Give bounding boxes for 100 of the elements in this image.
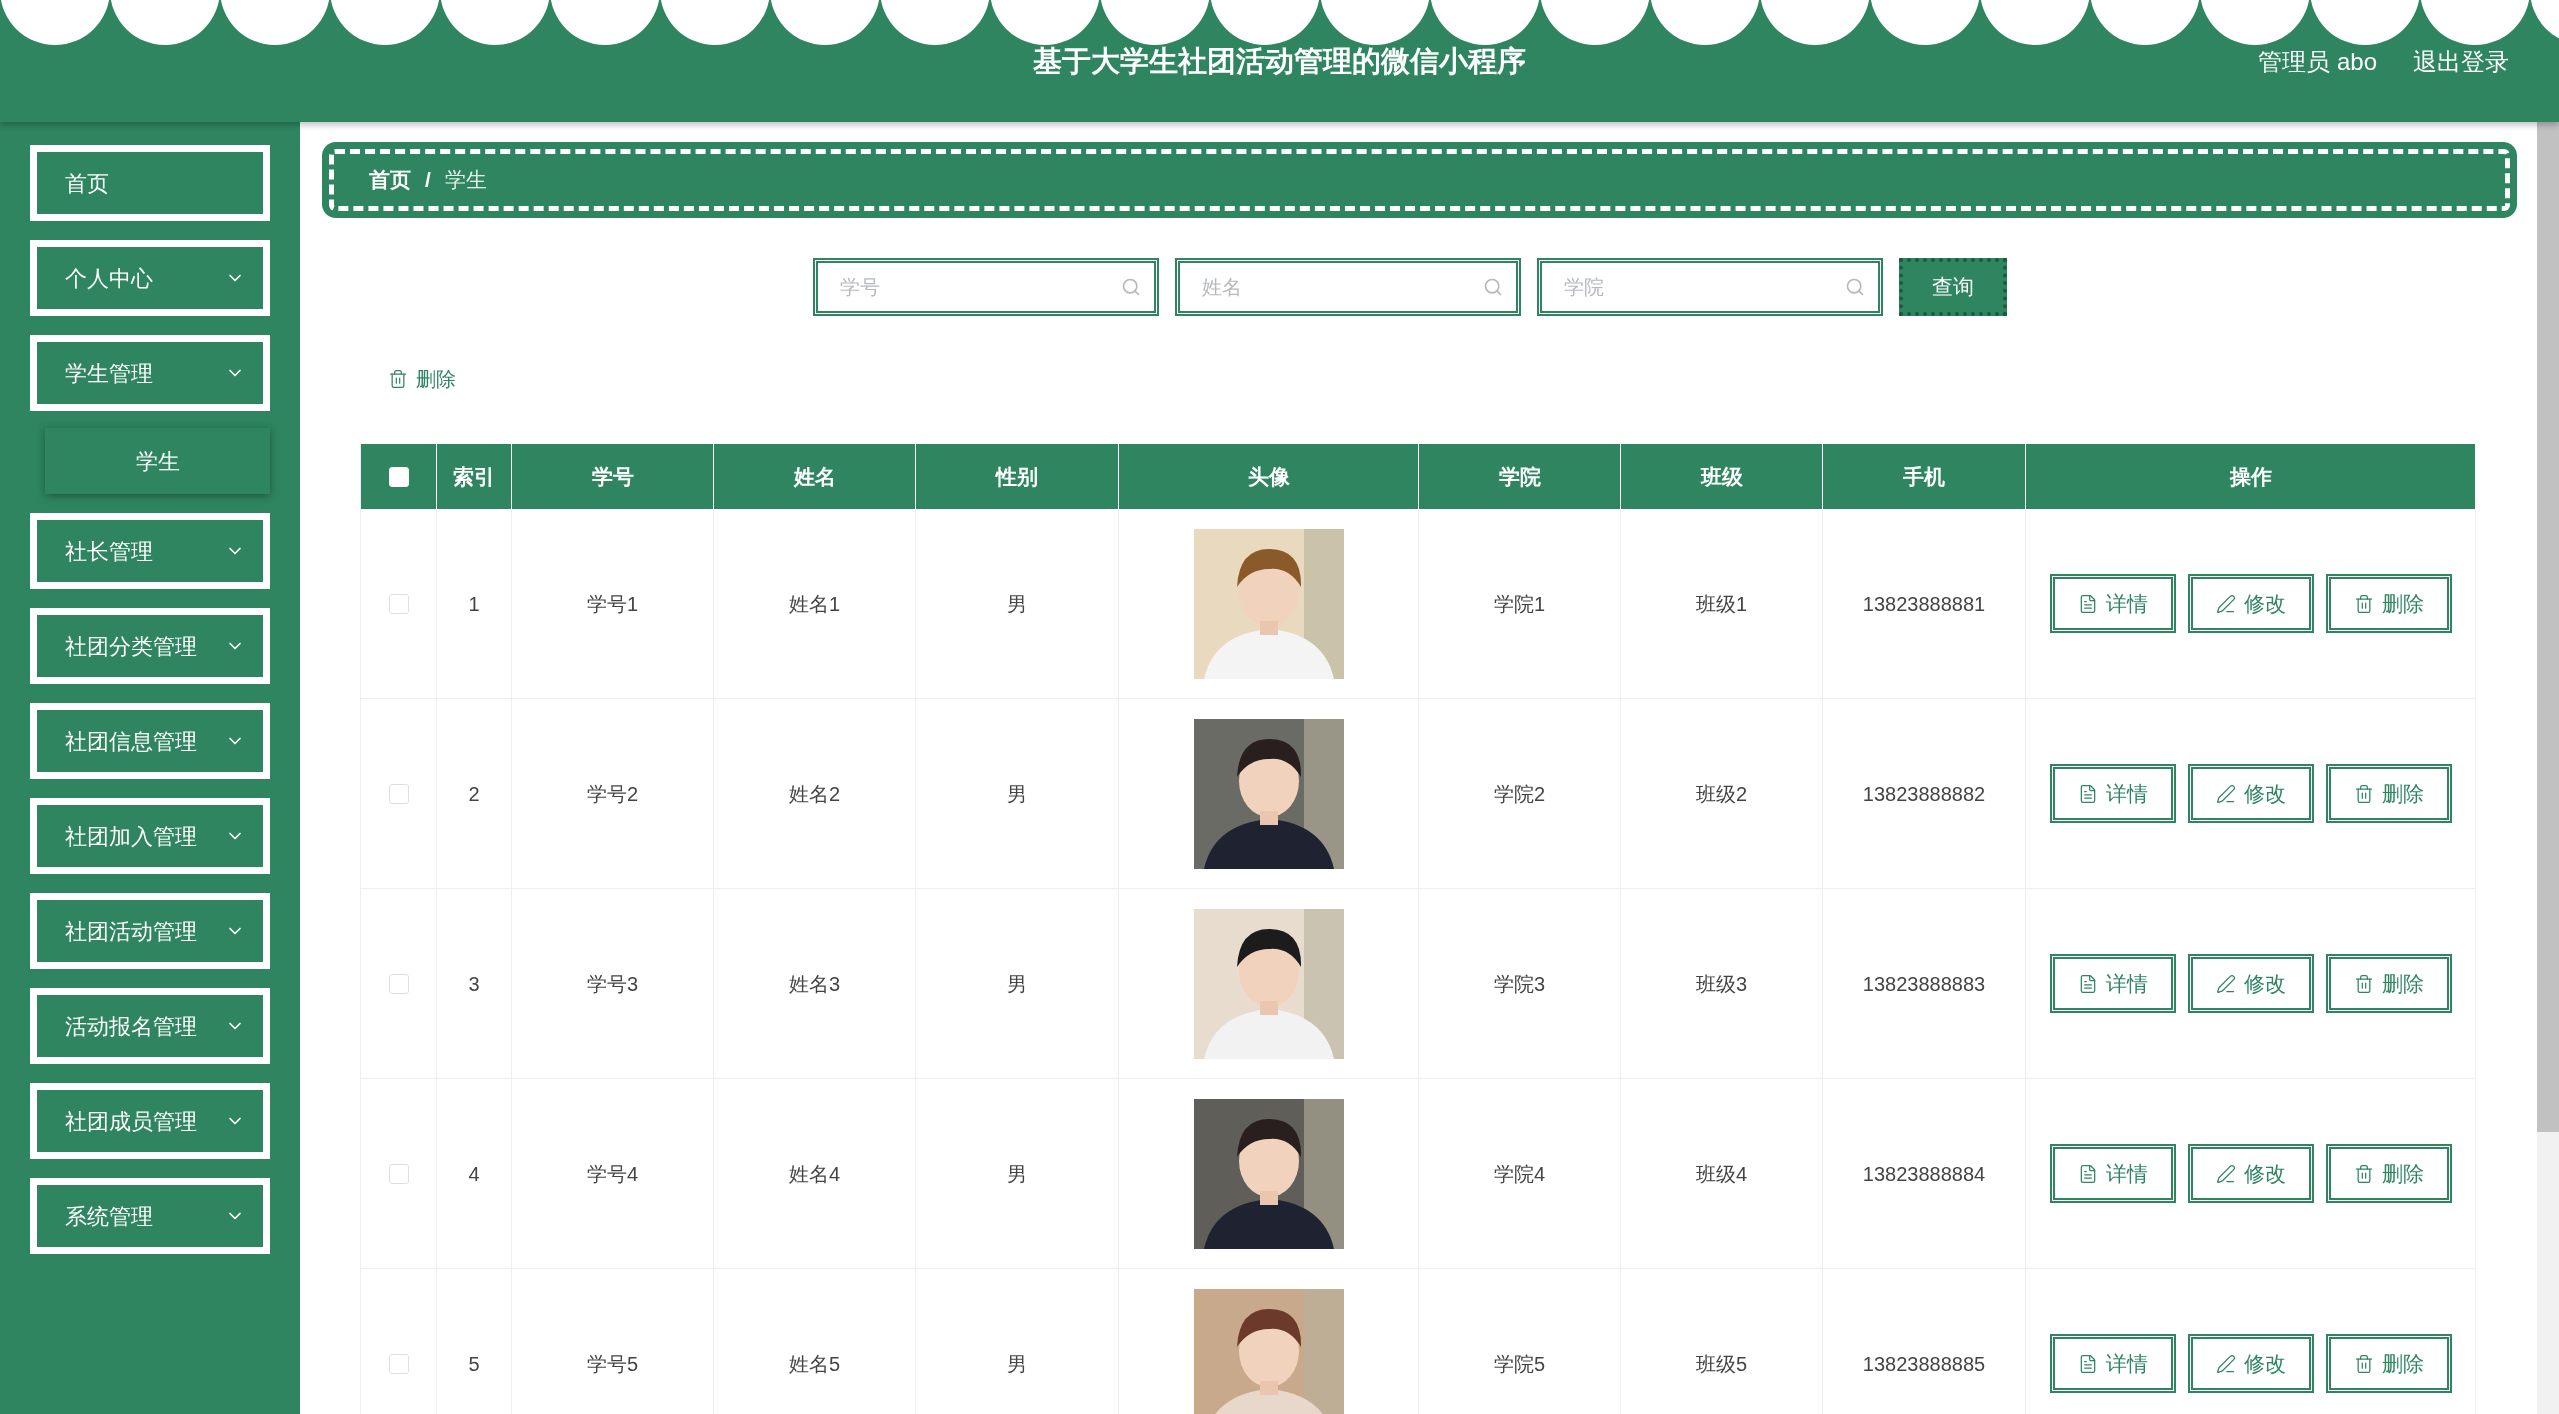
- search-field[interactable]: 姓名: [1174, 258, 1521, 316]
- sidebar-item[interactable]: 社团成员管理: [30, 1083, 270, 1159]
- checkbox[interactable]: [388, 593, 409, 614]
- table-cell-text: 男: [1007, 971, 1027, 997]
- detail-button[interactable]: 详情: [2049, 1334, 2176, 1393]
- edit-button[interactable]: 修改: [2187, 1144, 2314, 1203]
- trash-icon: [388, 369, 408, 389]
- table-cell-text: 13823888882: [1862, 781, 1986, 807]
- table-cell-text: 男: [1007, 781, 1027, 807]
- pencil-icon: [2215, 973, 2236, 994]
- checkbox[interactable]: [388, 973, 409, 994]
- table-cell-text: 姓名3: [788, 971, 841, 997]
- table-cell-text: 学院3: [1493, 971, 1546, 997]
- pencil-icon: [2215, 593, 2236, 614]
- edit-button[interactable]: 修改: [2187, 954, 2314, 1013]
- delete-link[interactable]: 删除: [388, 364, 456, 394]
- table-cell-text: 学号3: [586, 971, 639, 997]
- table-cell-text: 男: [1007, 591, 1027, 617]
- table-header-cell: 班级: [1621, 444, 1823, 509]
- table-cell-text: 1: [468, 591, 480, 617]
- sidebar-item[interactable]: 社团加入管理: [30, 798, 270, 874]
- delete-button[interactable]: 删除: [2325, 574, 2452, 633]
- logout-link[interactable]: 退出登录: [2413, 44, 2509, 80]
- breadcrumb-link[interactable]: 学生: [444, 164, 487, 196]
- table-header-cell: 学院: [1419, 444, 1621, 509]
- table-cell-text: 男: [1007, 1161, 1027, 1187]
- sidebar-item[interactable]: 个人中心: [30, 240, 270, 316]
- sidebar-item[interactable]: 学生管理: [30, 335, 270, 411]
- table-cell-text: 姓名2: [788, 781, 841, 807]
- checkbox[interactable]: [388, 783, 409, 804]
- table-header-cell: 头像: [1119, 444, 1419, 509]
- delete-button[interactable]: 删除: [2325, 1334, 2452, 1393]
- table-header-cell: 姓名: [714, 444, 916, 509]
- detail-button[interactable]: 详情: [2049, 954, 2176, 1013]
- table-header-cell: 学号: [512, 444, 714, 509]
- table-cell-text: 姓名5: [788, 1351, 841, 1377]
- search-field[interactable]: 学号: [812, 258, 1159, 316]
- sidebar-item[interactable]: 社团分类管理: [30, 608, 270, 684]
- sidebar-item[interactable]: 社团信息管理: [30, 703, 270, 779]
- sidebar-item[interactable]: 首页: [30, 145, 270, 221]
- submenu-item[interactable]: 学生: [45, 428, 270, 494]
- table-cell-text: 4: [468, 1161, 480, 1187]
- table-cell-text: 5: [468, 1351, 480, 1377]
- table-cell-text: 姓名1: [788, 591, 841, 617]
- query-button[interactable]: 查询: [1898, 258, 2007, 316]
- pencil-icon: [2215, 1163, 2236, 1184]
- checkbox[interactable]: [388, 1353, 409, 1374]
- sidebar-item[interactable]: 系统管理: [30, 1178, 270, 1254]
- table-cell-text: 班级3: [1695, 971, 1748, 997]
- table-cell-text: 学院5: [1493, 1351, 1546, 1377]
- table-cell-text: 姓名4: [788, 1161, 841, 1187]
- table-cell-text: 学院2: [1493, 781, 1546, 807]
- table-cell-text: 学号2: [586, 781, 639, 807]
- search-icon: [1844, 277, 1865, 297]
- search-field[interactable]: 学院: [1536, 258, 1883, 316]
- checkbox[interactable]: [388, 1163, 409, 1184]
- sidebar-item[interactable]: 社长管理: [30, 513, 270, 589]
- table-header-cell: 操作: [2026, 444, 2476, 509]
- delete-button[interactable]: 删除: [2325, 1144, 2452, 1203]
- sidebar-item[interactable]: 活动报名管理: [30, 988, 270, 1064]
- detail-button[interactable]: 详情: [2049, 574, 2176, 633]
- search-icon: [1120, 277, 1141, 297]
- table-cell-text: 13823888883: [1862, 971, 1986, 997]
- user-label: 管理员 abo: [2258, 47, 2377, 77]
- table-cell-text: 男: [1007, 1351, 1027, 1377]
- sidebar-item[interactable]: 社团活动管理: [30, 893, 270, 969]
- table-cell-text: 班级4: [1695, 1161, 1748, 1187]
- table-header-cell: 手机: [1823, 444, 2026, 509]
- delete-button[interactable]: 删除: [2325, 764, 2452, 823]
- table-cell-text: 学院4: [1493, 1161, 1546, 1187]
- table-cell-text: 学号1: [586, 591, 639, 617]
- table-header-cell: 索引: [437, 444, 512, 509]
- search-icon: [1482, 277, 1503, 297]
- edit-button[interactable]: 修改: [2187, 764, 2314, 823]
- trash-icon: [2353, 783, 2374, 804]
- table-cell-text: 学号5: [586, 1351, 639, 1377]
- edit-button[interactable]: 修改: [2187, 574, 2314, 633]
- trash-icon: [2353, 1163, 2374, 1184]
- pencil-icon: [2215, 1353, 2236, 1374]
- detail-button[interactable]: 详情: [2049, 764, 2176, 823]
- table-cell-text: 班级5: [1695, 1351, 1748, 1377]
- edit-button[interactable]: 修改: [2187, 1334, 2314, 1393]
- table-cell-text: 13823888884: [1862, 1161, 1986, 1187]
- trash-icon: [2353, 593, 2374, 614]
- table-cell-text: 3: [468, 971, 480, 997]
- breadcrumb-link[interactable]: 首页: [369, 164, 411, 196]
- table-cell-text: 班级1: [1695, 591, 1748, 617]
- table-cell-text: 学号4: [586, 1161, 639, 1187]
- table-header-cell: 性别: [916, 444, 1119, 509]
- table-cell-text: 学院1: [1493, 591, 1546, 617]
- trash-icon: [2353, 1353, 2374, 1374]
- detail-button[interactable]: 详情: [2049, 1144, 2176, 1203]
- delete-button[interactable]: 删除: [2325, 954, 2452, 1013]
- trash-icon: [2353, 973, 2374, 994]
- table-cell-text: 13823888885: [1862, 1351, 1986, 1377]
- table-cell-text: 2: [468, 781, 480, 807]
- breadcrumb-separator: /: [425, 167, 431, 194]
- pencil-icon: [2215, 783, 2236, 804]
- app-title: 基于大学生社团活动管理的微信小程序: [1033, 44, 1526, 79]
- table-cell-text: 班级2: [1695, 781, 1748, 807]
